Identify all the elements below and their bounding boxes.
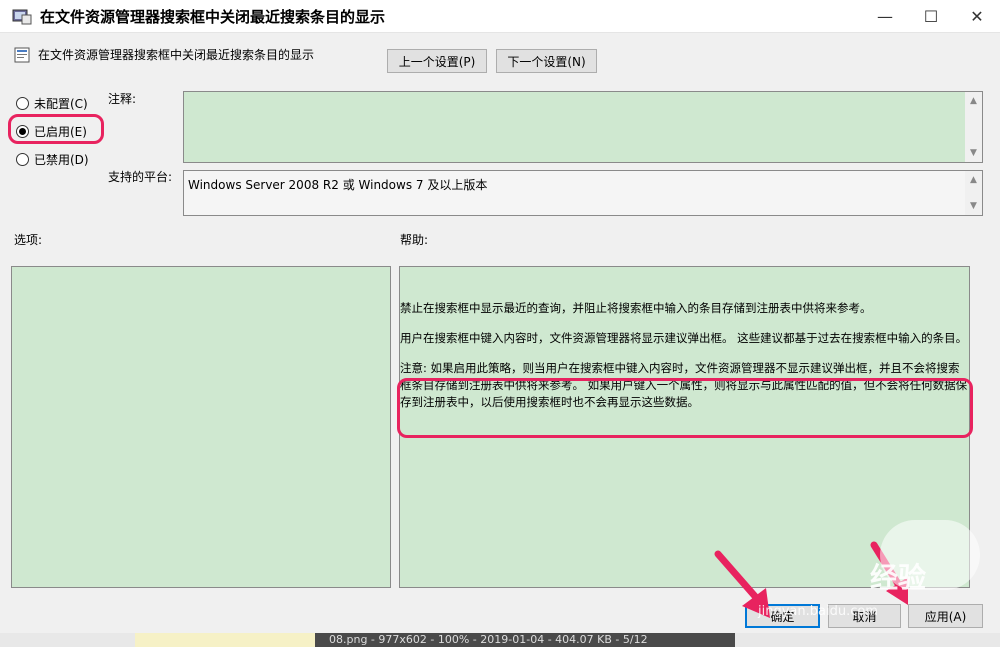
help-paragraph: 用户在搜索框中键入内容时，文件资源管理器将显示建议弹出框。 这些建议都基于过去在… — [400, 331, 968, 345]
maximize-button[interactable]: ☐ — [908, 0, 954, 33]
scroll-down-icon[interactable]: ▼ — [965, 199, 982, 213]
comment-label: 注释: — [108, 92, 137, 106]
image-viewer-status-strip: 08.png - 977x602 - 100% - 2019-01-04 - 4… — [0, 633, 1000, 647]
policy-name: 在文件资源管理器搜索框中关闭最近搜索条目的显示 — [38, 48, 315, 62]
status-strip-segment — [135, 633, 315, 647]
next-setting-button[interactable]: 下一个设置(N) — [496, 49, 597, 73]
comment-scrollbar[interactable]: ▲ ▼ — [965, 92, 982, 162]
help-paragraph: 禁止在搜索框中显示最近的查询，并阻止将搜索框中输入的条目存储到注册表中供将来参考… — [400, 301, 872, 315]
platform-scrollbar[interactable]: ▲ ▼ — [965, 171, 982, 215]
scroll-down-icon[interactable]: ▼ — [965, 146, 982, 160]
minimize-button[interactable]: — — [862, 0, 908, 33]
scroll-up-icon[interactable]: ▲ — [965, 173, 982, 187]
note-highlight-box — [397, 378, 973, 438]
platform-label: 支持的平台: — [108, 170, 173, 184]
title-bar: 在文件资源管理器搜索框中关闭最近搜索条目的显示 — ☐ ✕ — [0, 0, 1000, 33]
window-title: 在文件资源管理器搜索框中关闭最近搜索条目的显示 — [40, 7, 386, 26]
platform-field: Windows Server 2008 R2 或 Windows 7 及以上版本… — [183, 170, 983, 216]
policy-setting-icon — [14, 47, 30, 63]
radio-circle[interactable] — [16, 97, 29, 110]
radio-circle[interactable] — [16, 153, 29, 166]
watermark-text: jingyan.baidu.com — [758, 604, 878, 619]
enabled-highlight-box — [8, 114, 104, 144]
radio-label: 未配置(C) — [34, 97, 88, 111]
help-label: 帮助: — [400, 233, 429, 247]
options-label: 选项: — [14, 233, 43, 247]
status-strip-text: 08.png - 977x602 - 100% - 2019-01-04 - 4… — [315, 633, 735, 647]
policy-window-icon — [12, 7, 32, 25]
options-panel — [11, 266, 391, 588]
radio-not-configured[interactable]: 未配置(C) — [16, 95, 88, 112]
previous-setting-button[interactable]: 上一个设置(P) — [387, 49, 487, 73]
comment-textarea[interactable]: ▲ ▼ — [183, 91, 983, 163]
watermark-logo: 经验 — [870, 561, 927, 594]
radio-disabled[interactable]: 已禁用(D) — [16, 151, 89, 168]
radio-label: 已禁用(D) — [34, 153, 89, 167]
scroll-up-icon[interactable]: ▲ — [965, 94, 982, 108]
close-button[interactable]: ✕ — [954, 0, 1000, 33]
platform-value: Windows Server 2008 R2 或 Windows 7 及以上版本 — [188, 178, 488, 192]
